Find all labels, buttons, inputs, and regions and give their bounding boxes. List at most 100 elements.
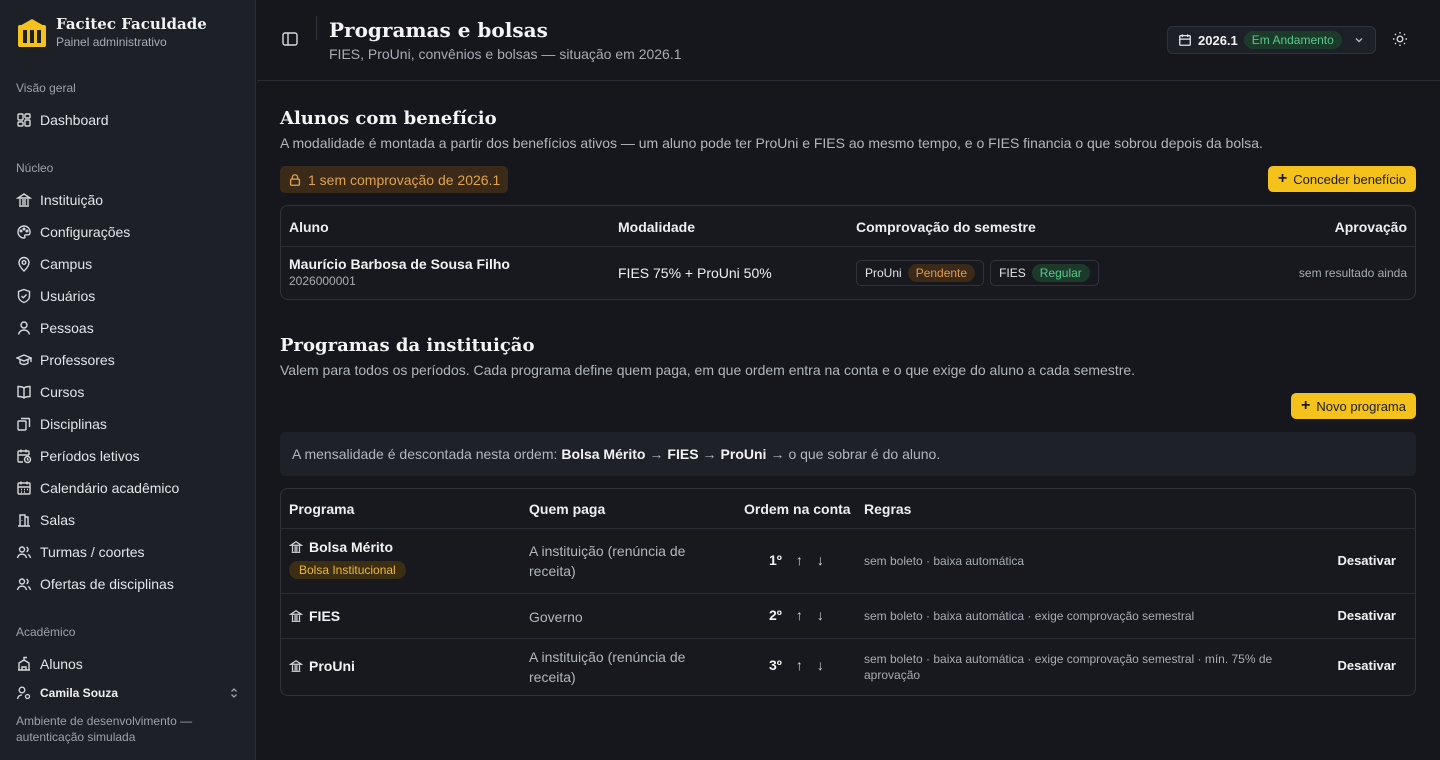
order-prefix: A mensalidade é descontada nesta ordem: bbox=[292, 446, 558, 462]
plus-icon: + bbox=[1301, 397, 1311, 414]
sidebar-item-turmas[interactable]: Turmas / coortes bbox=[16, 540, 145, 564]
page-subtitle: FIES, ProUni, convênios e bolsas — situa… bbox=[329, 46, 682, 62]
sidebar-item-label: Salas bbox=[40, 512, 76, 528]
column-header: Aluno bbox=[289, 219, 329, 235]
programs-table: Programa Quem paga Ordem na conta Regras… bbox=[280, 488, 1416, 696]
benefits-description: A modalidade é montada a partir dos bene… bbox=[280, 135, 1263, 151]
person-icon bbox=[17, 321, 31, 335]
sidebar-item-disciplinas[interactable]: Disciplinas bbox=[16, 412, 107, 436]
sidebar-item-campus[interactable]: Campus bbox=[16, 252, 92, 276]
school-icon bbox=[18, 656, 30, 671]
new-program-button[interactable]: + Novo programa bbox=[1291, 393, 1416, 419]
column-header: Aprovação bbox=[1334, 219, 1407, 235]
users-icon bbox=[16, 578, 32, 591]
programs-description: Valem para todos os períodos. Cada progr… bbox=[280, 362, 1136, 378]
period-selector[interactable]: 2026.1 Em Andamento bbox=[1167, 26, 1376, 54]
arrow-down-icon[interactable]: ↓ bbox=[817, 607, 824, 623]
sidebar-item-professores[interactable]: Professores bbox=[16, 348, 115, 372]
brand-subtitle: Painel administrativo bbox=[56, 35, 167, 49]
program-name: Bolsa Mérito bbox=[309, 539, 394, 555]
column-header: Comprovação do semestre bbox=[856, 219, 1036, 235]
rooms-icon bbox=[18, 514, 30, 527]
table-row: FIES Governo 2º ↑ ↓ sem boleto · baixa a… bbox=[281, 594, 1415, 639]
brand-name: Facitec Faculdade bbox=[56, 15, 207, 33]
sidebar-item-instituicao[interactable]: Instituição bbox=[16, 188, 103, 212]
palette-icon bbox=[17, 225, 31, 239]
sidebar-item-label: Períodos letivos bbox=[40, 448, 140, 464]
sidebar-item-label: Ofertas de disciplinas bbox=[40, 576, 174, 592]
sun-icon[interactable] bbox=[1392, 31, 1408, 47]
arrow-down-icon[interactable]: ↓ bbox=[817, 657, 824, 673]
institution-icon bbox=[289, 541, 303, 553]
rules-cell: sem boleto · baixa automática bbox=[864, 554, 1025, 568]
grant-benefit-button[interactable]: + Conceder benefício bbox=[1267, 166, 1416, 192]
sidebar-item-cursos[interactable]: Cursos bbox=[16, 380, 84, 404]
sidebar-item-dashboard[interactable]: Dashboard bbox=[16, 108, 109, 132]
sidebar-item-pessoas[interactable]: Pessoas bbox=[16, 316, 94, 340]
sidebar-item-label: Configurações bbox=[40, 224, 131, 240]
period-status-badge: Em Andamento bbox=[1243, 31, 1342, 49]
user-menu[interactable]: Camila Souza bbox=[16, 684, 240, 702]
logo-icon bbox=[18, 19, 46, 47]
sidebar-item-configuracoes[interactable]: Configurações bbox=[16, 220, 130, 244]
sidebar-item-periodos[interactable]: Períodos letivos bbox=[16, 444, 140, 468]
sidebar-item-label: Disciplinas bbox=[40, 416, 107, 432]
graduation-cap-icon bbox=[16, 354, 32, 366]
arrow-up-icon[interactable]: ↑ bbox=[796, 552, 803, 568]
order-cell: 1º ↑ ↓ bbox=[769, 552, 824, 568]
discount-order-note: A mensalidade é descontada nesta ordem: … bbox=[280, 432, 1416, 476]
order-cell: 2º ↑ ↓ bbox=[769, 607, 824, 623]
student-name[interactable]: Maurício Barbosa de Sousa Filho bbox=[289, 256, 510, 272]
proof-fies[interactable]: FIES Regular bbox=[990, 260, 1099, 286]
map-pin-icon bbox=[18, 256, 30, 272]
sidebar-item-salas[interactable]: Salas bbox=[16, 508, 75, 532]
deactivate-button[interactable]: Desativar bbox=[1337, 658, 1396, 673]
arrow-up-icon[interactable]: ↑ bbox=[796, 657, 803, 673]
sidebar-item-label: Turmas / coortes bbox=[40, 544, 145, 560]
sidebar-item-ofertas[interactable]: Ofertas de disciplinas bbox=[16, 572, 174, 596]
section-title-core: Núcleo bbox=[16, 161, 54, 175]
shield-icon bbox=[17, 288, 31, 304]
proof-prouni[interactable]: ProUni Pendente bbox=[856, 260, 985, 286]
deactivate-button[interactable]: Desativar bbox=[1337, 553, 1396, 568]
order-step: Bolsa Mérito bbox=[561, 446, 646, 462]
payer-cell: Governo bbox=[529, 609, 583, 625]
new-program-label: Novo programa bbox=[1316, 398, 1406, 414]
modality-cell: FIES 75% + ProUni 50% bbox=[618, 265, 772, 281]
calendar-icon bbox=[17, 481, 31, 495]
order-step: FIES bbox=[667, 446, 699, 462]
sidebar-item-label: Usuários bbox=[40, 288, 96, 304]
sidebar-item-alunos[interactable]: Alunos bbox=[16, 652, 83, 676]
table-header: Aluno Modalidade Comprovação do semestre… bbox=[281, 206, 1415, 247]
deactivate-button[interactable]: Desativar bbox=[1337, 608, 1396, 623]
sidebar-item-label: Campus bbox=[40, 256, 93, 272]
arrow-down-icon[interactable]: ↓ bbox=[817, 552, 824, 568]
arrow-up-icon[interactable]: ↑ bbox=[796, 607, 803, 623]
program-name: ProUni bbox=[309, 658, 355, 674]
institution-icon bbox=[16, 193, 32, 207]
book-icon bbox=[17, 385, 31, 399]
program-cell: ProUni bbox=[289, 658, 355, 674]
order-suffix: o que sobrar é do aluno. bbox=[788, 446, 941, 462]
arrow-right-icon: → bbox=[770, 446, 785, 462]
sidebar: Facitec Faculdade Painel administrativo … bbox=[0, 0, 256, 760]
column-header: Regras bbox=[864, 501, 912, 517]
table-row[interactable]: Maurício Barbosa de Sousa Filho 20260000… bbox=[281, 247, 1415, 299]
brand[interactable]: Facitec Faculdade Painel administrativo bbox=[16, 16, 207, 50]
sidebar-toggle-icon[interactable] bbox=[281, 30, 299, 48]
order-step: ProUni bbox=[720, 446, 767, 462]
missing-proof-warning[interactable]: 1 sem comprovação de 2026.1 bbox=[280, 166, 509, 193]
sidebar-item-label: Professores bbox=[40, 352, 115, 368]
user-cog-icon bbox=[16, 686, 31, 700]
calendar-clock-icon bbox=[17, 449, 32, 464]
programs-title: Programas da instituição bbox=[280, 335, 535, 356]
sidebar-item-usuarios[interactable]: Usuários bbox=[16, 284, 95, 308]
program-cell: Bolsa Mérito Bolsa Institucional bbox=[289, 539, 406, 579]
sidebar-item-calendario[interactable]: Calendário acadêmico bbox=[16, 476, 179, 500]
sidebar-item-label: Cursos bbox=[40, 384, 85, 400]
proof-cell: ProUni Pendente FIES Regular bbox=[856, 260, 1099, 286]
column-header: Ordem na conta bbox=[744, 501, 851, 517]
chevron-down-icon bbox=[1355, 38, 1363, 43]
lock-icon bbox=[289, 173, 301, 186]
order-value: 3º bbox=[769, 657, 782, 673]
